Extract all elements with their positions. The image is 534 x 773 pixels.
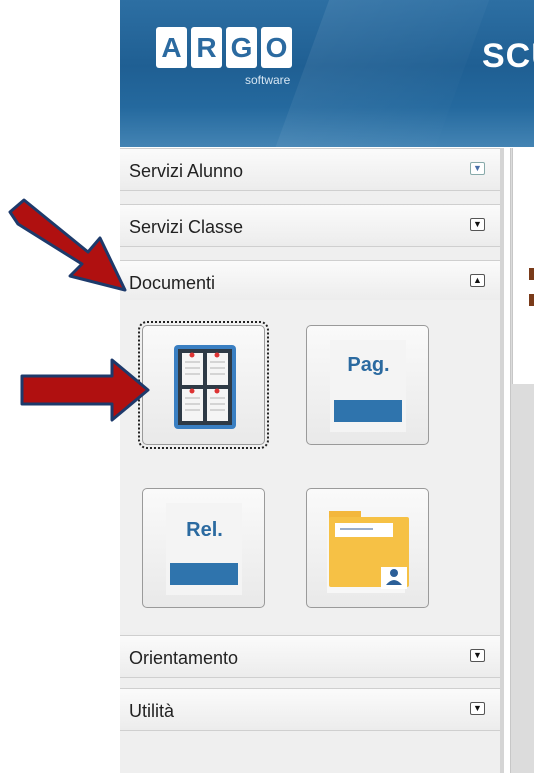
annotation-arrow [8,198,127,292]
section-label: Servizi Alunno [129,161,244,181]
logo-letter: G [226,27,257,68]
logo-letter: R [191,27,222,68]
brand-title: SCU [482,37,534,75]
logo-subtitle: software [245,73,291,87]
sidebar-menu: Servizi Alunno ▼ Servizi Classe ▼ Docume… [120,148,504,773]
section-label: Servizi Classe [129,217,244,237]
content-marker [529,268,534,280]
app-header: A R G O software SCU [120,0,534,147]
logo-letter: A [156,27,187,68]
section-orientamento[interactable]: Orientamento ▼ [120,635,500,678]
section-utilita[interactable]: Utilità ▼ [120,688,500,731]
section-documenti[interactable]: Documenti ▲ [120,260,500,303]
documenti-panel: Pag. Rel. [120,300,500,632]
relazione-tile[interactable]: Rel. [142,488,265,608]
section-label: Utilità [129,701,175,721]
pagella-tile[interactable]: Pag. [306,325,429,445]
section-servizi-classe[interactable]: Servizi Classe ▼ [120,204,500,247]
expand-icon[interactable]: ▼ [470,162,485,175]
content-panel [512,148,534,384]
document-icon [166,503,242,595]
tile-label: Rel. [186,519,223,541]
expand-icon[interactable]: ▼ [470,649,485,662]
document-icon [330,340,406,432]
collapse-icon[interactable]: ▲ [470,274,485,287]
argo-logo: A R G O [156,27,292,68]
bacheca-tile[interactable] [138,321,269,449]
section-servizi-alunno[interactable]: Servizi Alunno ▼ [120,148,500,191]
expand-icon[interactable]: ▼ [470,218,485,231]
tile-label: Pag. [347,354,390,376]
logo-letter: O [261,27,292,68]
folder-user-icon [327,507,409,593]
section-label: Orientamento [129,648,239,668]
board-icon [174,345,236,429]
folder-tile[interactable] [306,488,429,608]
expand-icon[interactable]: ▼ [470,702,485,715]
content-marker [529,294,534,306]
section-label: Documenti [129,273,216,293]
